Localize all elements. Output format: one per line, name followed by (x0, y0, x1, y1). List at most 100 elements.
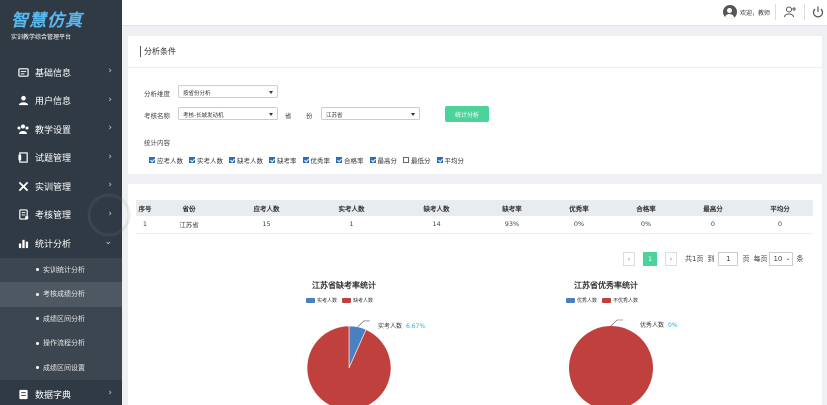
checkbox-checked[interactable] (436, 157, 443, 163)
goto-page-input[interactable]: 1 (718, 252, 739, 266)
brand-logo: 智慧仿真 (11, 11, 83, 31)
per-page-unit: 条 (796, 255, 804, 263)
legend-item[interactable]: 不优秀人数 (602, 297, 638, 304)
chevron-right-icon: › (108, 94, 112, 105)
top-header: 欢迎，教师 (122, 0, 827, 26)
option-avg-score[interactable]: 平均分 (436, 155, 465, 165)
pie-annotation-label: 实考人数 (378, 323, 403, 330)
pie-annotation: 优秀人数 0% (640, 320, 678, 329)
table-cell: 1 (136, 216, 154, 234)
option-label: 优秀率 (310, 157, 331, 165)
sidebar-subitem-score-range-analysis[interactable]: 成绩区间分析 (0, 307, 122, 332)
checkbox-unchecked[interactable] (403, 157, 409, 163)
analysis-conditions-panel: 分析条件 分析维度 按省份分析 考核名称 考核-长城发动机 省 份 江苏省 统计… (128, 36, 822, 174)
sidebar-item-data-dictionary[interactable]: 数据字典 › (0, 380, 122, 405)
legend-swatch (342, 298, 352, 303)
legend-label: 不优秀人数 (613, 298, 639, 304)
analyze-button[interactable]: 统计分析 (445, 106, 489, 122)
column-header: 省份 (154, 200, 224, 216)
column-header: 应考人数 (224, 200, 309, 216)
pie-slice[interactable] (569, 326, 653, 405)
sidebar-item-label: 实训管理 (35, 182, 72, 193)
legend-item[interactable]: 实考人数 (306, 297, 337, 304)
user-menu[interactable]: 欢迎，教师 (722, 5, 770, 19)
panel-title: 分析条件 (140, 46, 176, 57)
province-select[interactable]: 江苏省 (321, 107, 420, 120)
table-cell: 93% (479, 216, 545, 234)
checkbox-checked[interactable] (269, 157, 275, 163)
option-label: 最低分 (411, 157, 431, 165)
sidebar-subitem-exam-score-analysis[interactable]: 考核成绩分析 (0, 282, 122, 307)
column-header: 缺考率 (479, 200, 545, 216)
sidebar-item-label: 基础信息 (35, 68, 72, 79)
per-page-select[interactable]: 10 ⌄ (769, 252, 794, 266)
table-cell: 0% (613, 216, 679, 234)
legend-label: 优秀人数 (577, 298, 598, 304)
chevron-right-icon: › (108, 123, 112, 133)
bullet-icon (36, 317, 39, 321)
per-page-label: 每页 (753, 255, 768, 263)
statistics-table: 序号 省份 应考人数 实考人数 缺考人数 缺考率 优秀率 合格率 最高分 平均分… (136, 200, 813, 234)
sidebar-subitem-label: 实训统计分析 (43, 265, 85, 274)
add-user-icon[interactable] (783, 5, 797, 19)
column-header: 最高分 (679, 200, 747, 216)
option-pass-rate[interactable]: 合格率 (336, 155, 364, 165)
next-page-button[interactable]: › (665, 252, 677, 266)
dimension-select[interactable]: 按省份分析 (178, 85, 278, 98)
sidebar-subitem-training-statistics[interactable]: 实训统计分析 (0, 258, 122, 283)
option-max-score[interactable]: 最高分 (369, 155, 397, 165)
option-excellent-rate[interactable]: 优秀率 (302, 155, 331, 165)
sidebar-submenu-statistics: 实训统计分析 考核成绩分析 成绩区间分析 操作流程分析 成绩区间设置 (0, 257, 122, 381)
option-actual-count[interactable]: 实考人数 (189, 155, 223, 165)
legend-swatch (566, 298, 575, 303)
legend-swatch (602, 298, 612, 303)
sidebar-item-user-info[interactable]: 用户信息 › (0, 87, 122, 116)
power-icon[interactable] (811, 5, 825, 19)
teaching-icon (17, 123, 29, 135)
table-cell: 0% (545, 216, 613, 234)
user-icon (17, 95, 29, 107)
legend-label: 缺考人数 (353, 298, 374, 304)
per-page-value: 10 (773, 255, 783, 263)
chevron-down-icon: ⌄ (104, 237, 112, 247)
sidebar-subitem-score-range-settings[interactable]: 成绩区间设置 (0, 356, 122, 381)
legend-item[interactable]: 缺考人数 (342, 297, 373, 304)
pie-slice[interactable] (306, 325, 392, 405)
checkbox-checked[interactable] (336, 157, 342, 163)
sidebar-item-basic-info[interactable]: 基础信息 › (0, 58, 122, 87)
option-absent-count[interactable]: 缺考人数 (229, 155, 263, 165)
checkbox-checked[interactable] (229, 157, 235, 163)
checkbox-checked[interactable] (189, 157, 195, 163)
tools-icon (17, 180, 29, 192)
option-min-score[interactable]: 最低分 (403, 155, 431, 165)
option-absent-rate[interactable]: 缺考率 (269, 155, 297, 165)
table-cell: 0 (679, 216, 747, 234)
option-label: 合格率 (344, 157, 364, 165)
goto-suffix: 页 (742, 255, 750, 263)
checkbox-checked[interactable] (302, 157, 309, 163)
sidebar-item-label: 试题管理 (35, 154, 72, 165)
caret-down-icon (269, 91, 273, 94)
option-label: 平均分 (444, 157, 465, 165)
sidebar-subitem-operation-flow-analysis[interactable]: 操作流程分析 (0, 331, 122, 356)
column-header: 合格率 (613, 200, 679, 216)
exam-select[interactable]: 考核-长城发动机 (178, 107, 278, 120)
sidebar-item-label: 统计分析 (35, 239, 72, 250)
legend-item[interactable]: 优秀人数 (566, 297, 597, 304)
sidebar-item-teaching-settings[interactable]: 教学设置 › (0, 115, 122, 144)
watermark-icon (87, 193, 131, 237)
sidebar-subitem-label: 成绩区间设置 (43, 363, 85, 372)
column-header: 缺考人数 (394, 200, 479, 216)
current-page-button[interactable]: 1 (643, 252, 657, 266)
sidebar-item-question-management[interactable]: 试题管理 › (0, 144, 122, 173)
checkbox-checked[interactable] (149, 157, 155, 163)
exam-label: 考核名称 (144, 112, 170, 120)
prev-page-button[interactable]: ‹ (623, 252, 635, 266)
province-select-value: 江苏省 (326, 113, 343, 119)
checkbox-checked[interactable] (369, 157, 376, 163)
dimension-select-value: 按省份分析 (183, 91, 211, 97)
option-expected-count[interactable]: 应考人数 (149, 155, 183, 165)
goto-prefix: 到 (707, 255, 715, 263)
column-header: 平均分 (747, 200, 813, 216)
sidebar-subitem-label: 考核成绩分析 (43, 290, 85, 299)
